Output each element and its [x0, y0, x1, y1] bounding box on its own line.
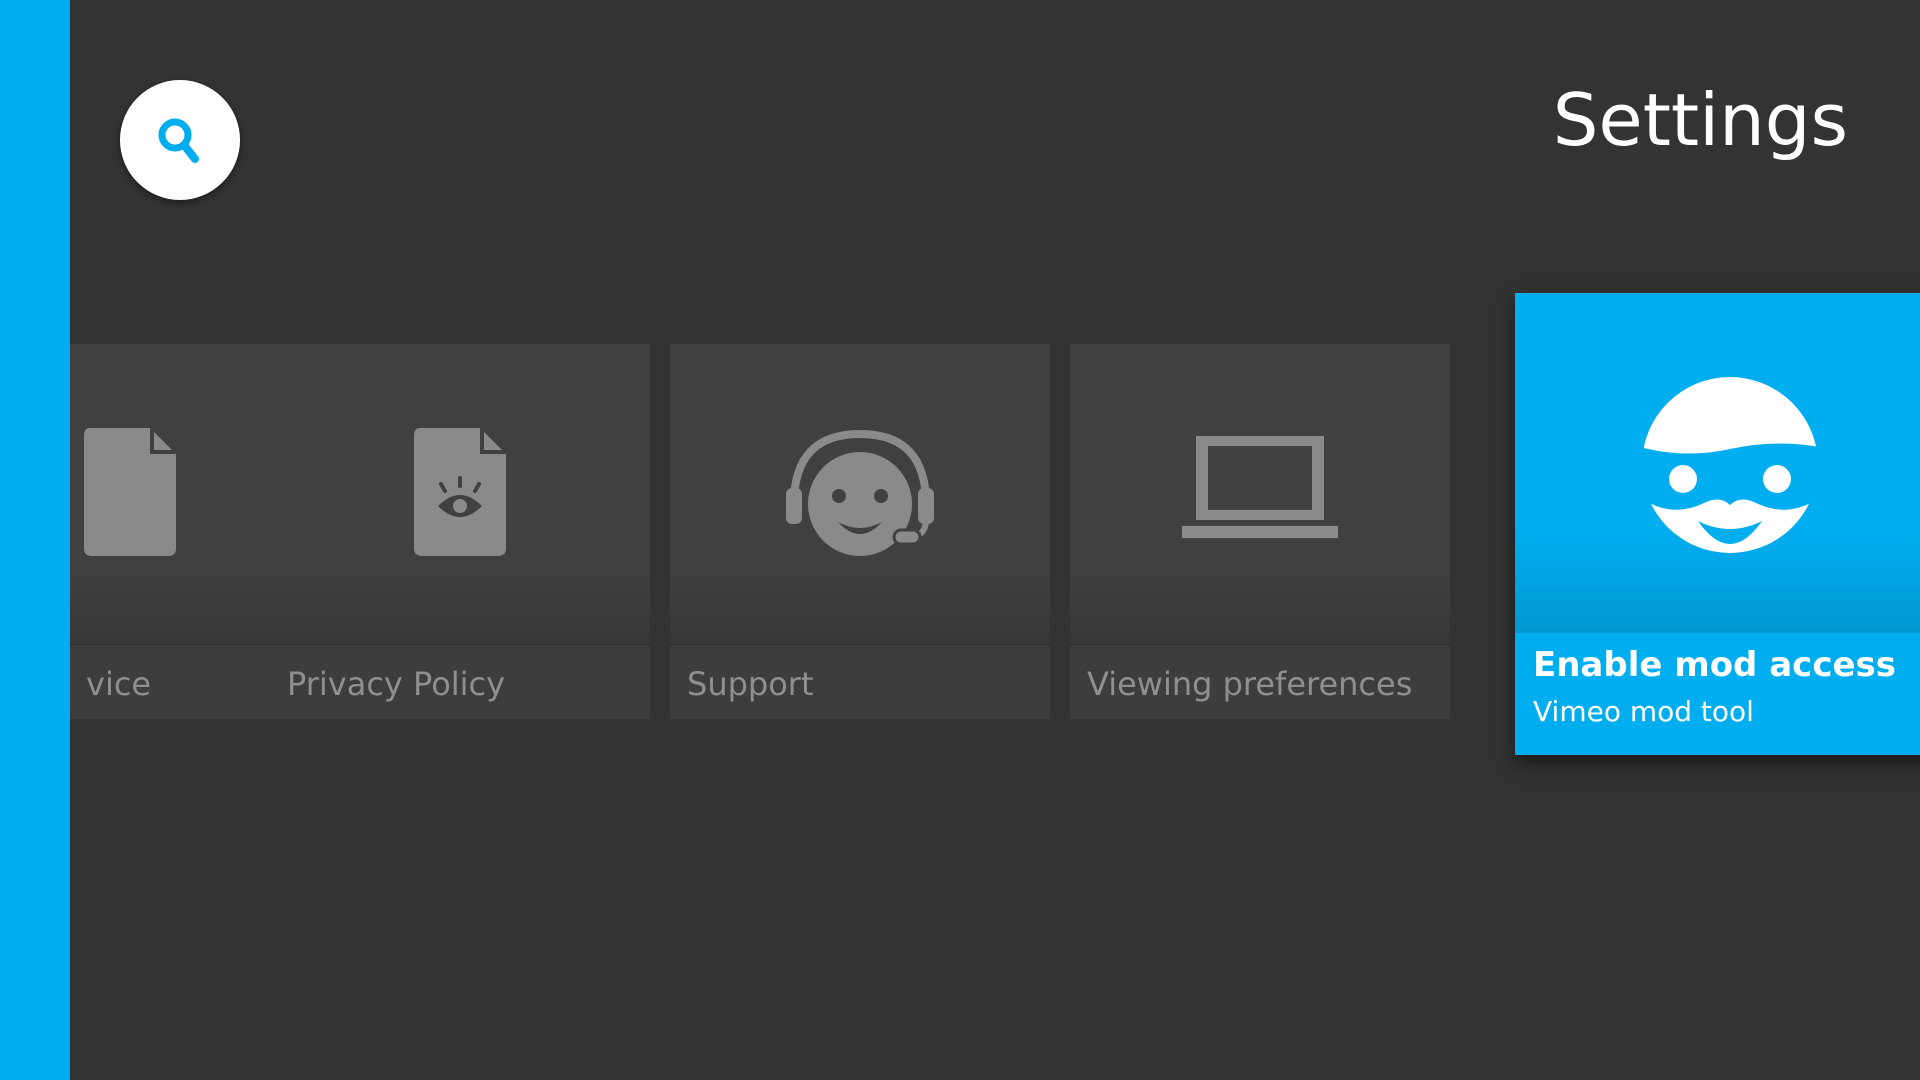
masked-face-icon — [1640, 377, 1820, 553]
headset-smiley-icon — [786, 429, 934, 556]
card-caption: Support — [670, 644, 1050, 719]
card-art — [670, 344, 1050, 644]
nav-strip — [0, 0, 70, 1080]
card-label: Viewing preferences — [1087, 665, 1413, 703]
card-art — [270, 344, 650, 644]
card-privacy-policy[interactable]: Privacy Policy — [270, 344, 650, 719]
laptop-icon — [1182, 436, 1338, 538]
card-art — [1515, 293, 1920, 633]
card-caption: Viewing preferences — [1070, 644, 1450, 719]
card-subtitle: Vimeo mod tool — [1533, 695, 1754, 728]
settings-row: vice Privacy Policy Support Viewing pref… — [70, 0, 1920, 1080]
privacy-document-eye-icon — [414, 428, 506, 556]
card-support[interactable]: Support — [670, 344, 1050, 719]
card-viewing-preferences[interactable]: Viewing preferences — [1070, 344, 1450, 719]
card-title: Enable mod access — [1533, 645, 1897, 685]
card-caption: Privacy Policy — [270, 644, 650, 719]
card-art — [1070, 344, 1450, 644]
card-label: Privacy Policy — [287, 665, 506, 703]
card-label: vice — [86, 665, 152, 703]
card-label: Support — [687, 665, 814, 703]
document-icon — [84, 428, 176, 556]
card-enable-mod-access[interactable]: Enable mod access Vimeo mod tool — [1515, 293, 1920, 755]
